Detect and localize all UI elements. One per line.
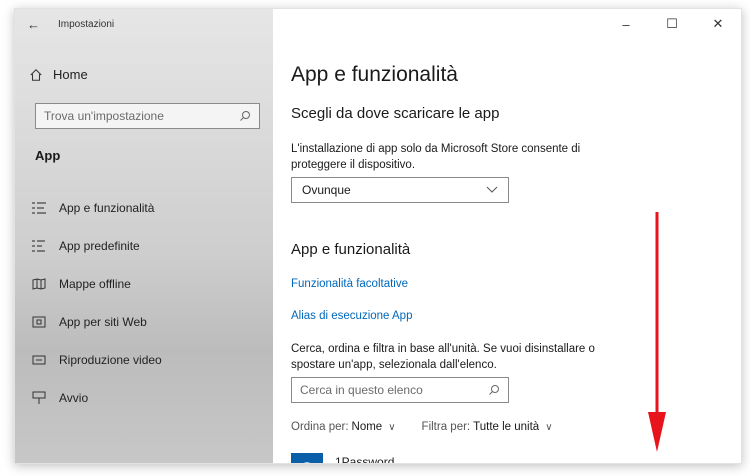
web-apps-icon bbox=[31, 315, 47, 329]
sort-value: Nome bbox=[351, 421, 383, 433]
page-title: App e funzionalità bbox=[291, 63, 458, 86]
app-list-item[interactable]: 1Password bbox=[291, 453, 395, 464]
settings-search-input[interactable]: Trova un'impostazione bbox=[35, 103, 260, 129]
sidebar-item-label: App predefinite bbox=[59, 239, 140, 253]
sidebar-nav: App e funzionalità App predefinite Mappe… bbox=[31, 189, 261, 417]
sidebar-item-label: App e funzionalità bbox=[59, 201, 155, 215]
sidebar-item-label: App per siti Web bbox=[59, 315, 147, 329]
sidebar-item-apps-features[interactable]: App e funzionalità bbox=[31, 189, 261, 227]
sidebar-item-startup[interactable]: Avvio bbox=[31, 379, 261, 417]
app-source-dropdown[interactable]: Ovunque bbox=[291, 177, 509, 203]
search-description: Cerca, ordina e filtra in base all'unità… bbox=[291, 343, 595, 371]
search-icon bbox=[240, 111, 250, 121]
chevron-down-icon bbox=[486, 186, 498, 193]
default-apps-icon bbox=[31, 239, 47, 253]
filter-dropdown[interactable]: Filtra per: Tutte le unità ∨ bbox=[422, 421, 553, 433]
sidebar-item-default-apps[interactable]: App predefinite bbox=[31, 227, 261, 265]
app-source-value: Ovunque bbox=[302, 183, 351, 197]
home-label: Home bbox=[53, 67, 88, 82]
optional-features-link[interactable]: Funzionalità facoltative bbox=[291, 278, 408, 290]
chevron-down-icon: ∨ bbox=[388, 421, 396, 433]
sidebar-item-label: Avvio bbox=[59, 391, 89, 405]
sidebar-item-label: Mappe offline bbox=[59, 277, 131, 291]
apps-features-heading: App e funzionalità bbox=[291, 241, 411, 258]
startup-icon bbox=[31, 391, 47, 405]
sidebar-item-label: Riproduzione video bbox=[59, 353, 162, 367]
sidebar: ← Impostazioni Home Trova un'impostazion… bbox=[15, 9, 273, 463]
list-icon bbox=[31, 201, 47, 215]
download-source-heading: Scegli da dove scaricare le app bbox=[291, 105, 500, 122]
window-title: Impostazioni bbox=[58, 18, 115, 30]
search-icon bbox=[489, 385, 499, 395]
title-bar: ← Impostazioni bbox=[15, 9, 273, 39]
chevron-down-icon: ∨ bbox=[545, 421, 553, 433]
sidebar-item-web-apps[interactable]: App per siti Web bbox=[31, 303, 261, 341]
settings-window: ← Impostazioni Home Trova un'impostazion… bbox=[14, 8, 742, 464]
app-list-search-placeholder: Cerca in questo elenco bbox=[300, 383, 423, 397]
filter-label: Filtra per: bbox=[421, 421, 471, 433]
back-arrow-icon[interactable]: ← bbox=[27, 17, 40, 32]
app-logo-icon bbox=[291, 453, 323, 463]
video-icon bbox=[31, 353, 47, 367]
home-icon bbox=[30, 68, 42, 81]
app-name: 1Password bbox=[335, 455, 395, 464]
sidebar-item-offline-maps[interactable]: Mappe offline bbox=[31, 265, 261, 303]
sidebar-item-video-playback[interactable]: Riproduzione video bbox=[31, 341, 261, 379]
app-execution-alias-link[interactable]: Alias di esecuzione App bbox=[291, 310, 412, 322]
map-icon bbox=[31, 277, 47, 291]
red-down-arrow-icon bbox=[648, 212, 666, 452]
sidebar-item-home[interactable]: Home bbox=[29, 67, 88, 82]
download-source-description: L'installazione di app solo da Microsoft… bbox=[291, 143, 581, 171]
sort-filter-row: Ordina per: Nome ∨ Filtra per: Tutte le … bbox=[291, 421, 579, 433]
filter-value: Tutte le unità bbox=[473, 421, 540, 433]
sort-label: Ordina per: bbox=[291, 421, 349, 433]
sidebar-section-label: App bbox=[35, 148, 61, 163]
app-list-search-input[interactable]: Cerca in questo elenco bbox=[291, 377, 509, 403]
sort-dropdown[interactable]: Ordina per: Nome ∨ bbox=[291, 421, 396, 433]
settings-search-placeholder: Trova un'impostazione bbox=[44, 109, 164, 123]
